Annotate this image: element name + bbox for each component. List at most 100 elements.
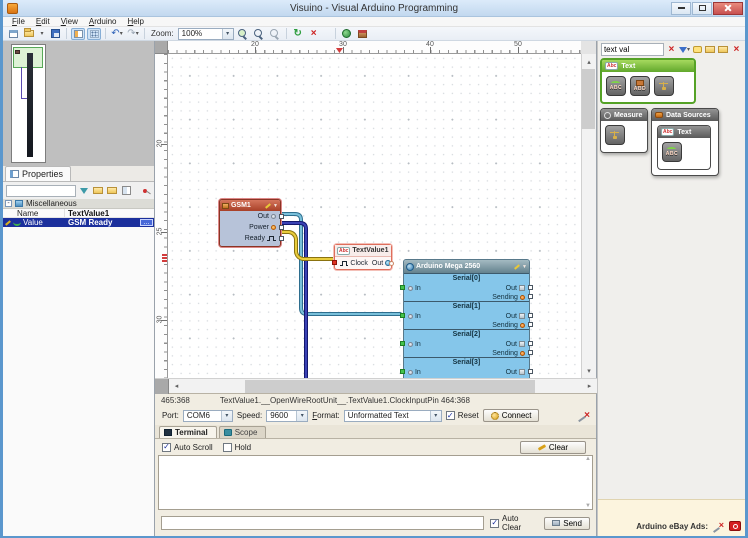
save-button[interactable]: [48, 28, 62, 40]
filter-button[interactable]: ▾: [679, 44, 690, 56]
scroll-down-icon[interactable]: ▾: [581, 363, 596, 378]
new-button[interactable]: [6, 28, 20, 40]
chevron-down-icon[interactable]: ▼: [522, 264, 527, 270]
pin-connector-sending[interactable]: [528, 322, 533, 327]
pin-connector-sending[interactable]: [528, 294, 533, 299]
ellipsis-button[interactable]: ...: [140, 219, 153, 226]
web-button[interactable]: [340, 28, 354, 40]
reset-checkbox[interactable]: ✓ Reset: [446, 411, 479, 420]
zoom-select[interactable]: 100% ▾: [178, 28, 234, 40]
auto-scroll-checkbox[interactable]: ✓ Auto Scroll: [162, 443, 213, 452]
collapse-all-button[interactable]: [718, 44, 729, 56]
format-select[interactable]: Unformatted Text ▾: [344, 410, 442, 422]
pin-connector-sending[interactable]: [528, 350, 533, 355]
auto-clear-checkbox[interactable]: ✓ Auto Clear: [490, 514, 538, 532]
build-upload-button[interactable]: ↻: [291, 28, 305, 40]
pin-connector-clock[interactable]: [332, 260, 337, 265]
speed-select[interactable]: 9600 ▾: [266, 410, 308, 422]
palette-settings-button[interactable]: ×: [731, 44, 742, 56]
scroll-up-icon[interactable]: ▴: [581, 54, 596, 69]
collapse-icon[interactable]: -: [5, 200, 12, 207]
pin-connector-ready[interactable]: [279, 236, 284, 241]
palette-group-data-sources-header[interactable]: Data Sources: [652, 109, 718, 121]
connect-button[interactable]: Connect: [483, 409, 540, 422]
scroll-right-icon[interactable]: ▸: [582, 379, 597, 394]
component-textvalue1[interactable]: Abc TextValue1 Clock Out: [334, 244, 392, 270]
pin-connector-out[interactable]: [528, 369, 533, 374]
menu-arduino[interactable]: Arduino: [84, 17, 122, 26]
gsm1-header[interactable]: GSM1 ▼: [220, 200, 280, 211]
ads-badge-icon[interactable]: [729, 521, 741, 531]
tab-scope[interactable]: Scope: [219, 426, 267, 438]
tab-terminal[interactable]: Terminal: [159, 426, 217, 438]
scroll-up-icon[interactable]: ▲: [585, 456, 591, 462]
pin-connector-in[interactable]: [400, 341, 405, 346]
open-button[interactable]: [22, 28, 36, 40]
clear-button[interactable]: Clear: [520, 441, 586, 454]
zoom-in-button[interactable]: [236, 28, 250, 40]
open-dropdown[interactable]: ▾: [38, 28, 46, 40]
property-row-name[interactable]: Name TextValue1: [3, 209, 154, 218]
arduino-header[interactable]: Arduino Mega 2560 ▼: [404, 260, 529, 273]
component-formatted-text[interactable]: ABD: [630, 76, 650, 96]
overview-navigator[interactable]: [3, 41, 154, 166]
pin-connector-in[interactable]: [400, 285, 405, 290]
component-gsm1[interactable]: GSM1 ▼ Out Power: [219, 199, 281, 247]
scroll-down-icon[interactable]: ▼: [585, 503, 591, 509]
pin-connector-in[interactable]: [400, 313, 405, 318]
toggle-grid-button[interactable]: [87, 28, 101, 40]
scroll-left-icon[interactable]: ◂: [169, 379, 184, 394]
menu-view[interactable]: View: [56, 17, 83, 26]
ads-settings-button[interactable]: ×: [713, 522, 724, 531]
zoom-reset-button[interactable]: [268, 28, 282, 40]
component-text-value[interactable]: ABC: [662, 142, 682, 162]
pin-icon[interactable]: [143, 189, 147, 193]
wire-gsm-power[interactable]: [281, 223, 306, 378]
wrench-icon[interactable]: [265, 203, 271, 208]
category-miscellaneous[interactable]: - Miscellaneous: [3, 199, 154, 209]
pin-connector-out[interactable]: [528, 341, 533, 346]
disconnect-button[interactable]: ×: [578, 411, 590, 421]
design-workspace[interactable]: GSM1 ▼ Out Power: [168, 54, 582, 378]
chevron-down-icon[interactable]: ▼: [273, 203, 278, 209]
toggle-panels-button[interactable]: [71, 28, 85, 40]
pin-connector-out[interactable]: [528, 313, 533, 318]
menu-edit[interactable]: Edit: [31, 17, 55, 26]
horizontal-scrollbar[interactable]: ◂ ▸: [155, 378, 597, 393]
vertical-scroll-thumb[interactable]: [582, 69, 595, 129]
send-button[interactable]: Send: [544, 517, 590, 530]
port-select[interactable]: COM6 ▾: [183, 410, 233, 422]
columns-button[interactable]: [120, 185, 132, 197]
properties-search-input[interactable]: [6, 185, 76, 197]
menu-file[interactable]: File: [7, 17, 30, 26]
palette-group-text-header[interactable]: Abc Text: [602, 60, 694, 72]
pin-connector-in[interactable]: [400, 369, 405, 374]
clear-search-button[interactable]: ×: [666, 44, 677, 56]
delete-button[interactable]: ×: [307, 28, 321, 40]
property-row-value[interactable]: Value GSM Ready ...: [3, 218, 154, 227]
menu-help[interactable]: Help: [123, 17, 149, 26]
undo-button[interactable]: ↶▾: [110, 28, 124, 40]
send-input[interactable]: [161, 516, 484, 530]
properties-filter-button[interactable]: [78, 185, 90, 197]
hold-checkbox[interactable]: Hold: [223, 443, 251, 452]
component-measure-length[interactable]: [605, 125, 625, 145]
zoom-out-button[interactable]: [252, 28, 266, 40]
wire-gsm-ready-clock[interactable]: [281, 232, 333, 259]
vertical-scrollbar[interactable]: ▴ ▾: [581, 54, 596, 378]
comment-button[interactable]: [692, 44, 703, 56]
terminal-output[interactable]: ▲ ▼: [158, 455, 593, 510]
palette-search-input[interactable]: [601, 43, 664, 56]
wrench-icon[interactable]: [514, 264, 520, 269]
palette-group-measure-header[interactable]: Measure: [601, 109, 647, 121]
expand-all-button[interactable]: [705, 44, 716, 56]
pin-connector-out[interactable]: [389, 261, 394, 266]
expand-all-button[interactable]: [92, 185, 104, 197]
textvalue1-header[interactable]: Abc TextValue1: [335, 245, 391, 257]
collapse-all-button[interactable]: [106, 185, 118, 197]
component-text-length[interactable]: [654, 76, 674, 96]
property-name-value[interactable]: TextValue1: [65, 209, 154, 217]
palette-subgroup-text-header[interactable]: Abc Text: [658, 126, 710, 138]
redo-button[interactable]: ↷▾: [126, 28, 140, 40]
horizontal-scroll-thumb[interactable]: [245, 380, 535, 393]
